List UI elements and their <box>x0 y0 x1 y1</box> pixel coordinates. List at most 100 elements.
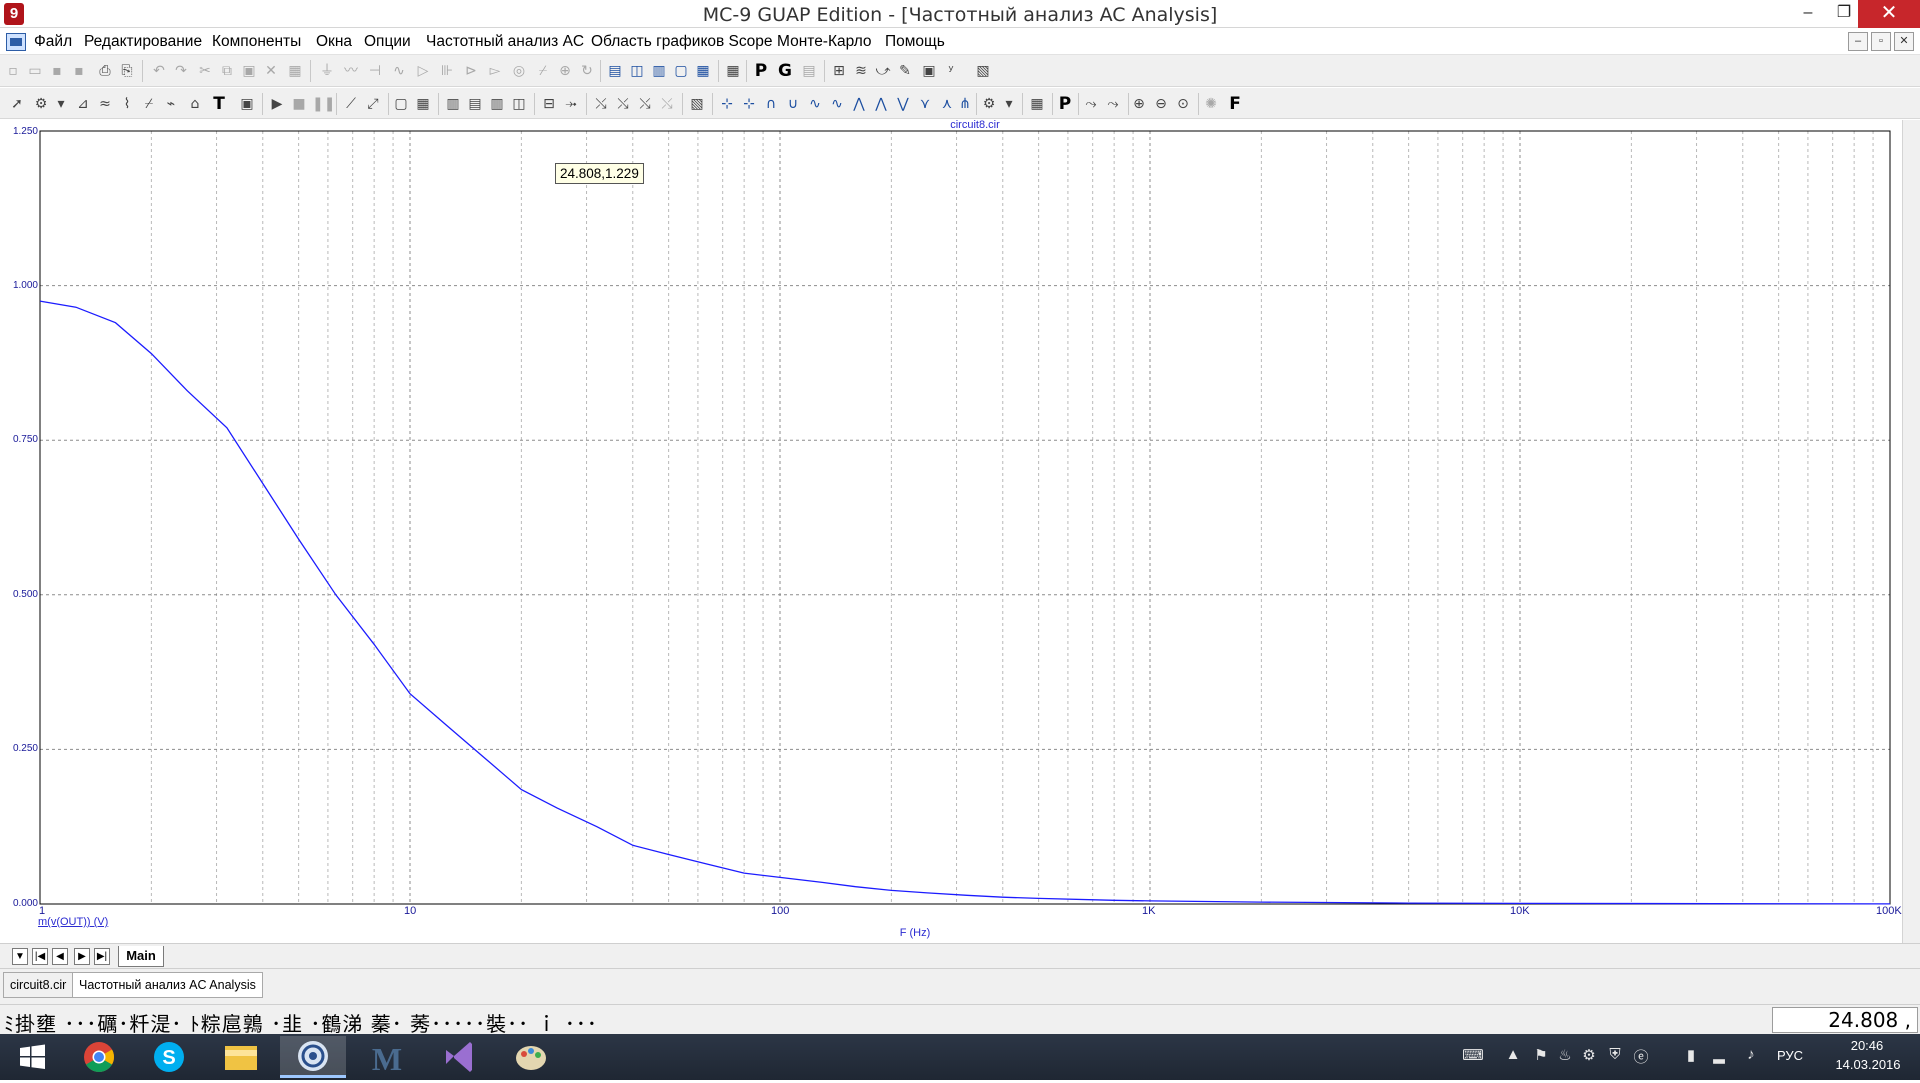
peak-icon-6[interactable]: ∿ <box>828 95 846 113</box>
peak-icon-9[interactable]: ⋁ <box>894 95 912 113</box>
opamp-icon[interactable]: ▻ <box>486 62 504 80</box>
peak-icon-1[interactable]: ⊹ <box>718 95 736 113</box>
peak-icon-10[interactable]: ⋎ <box>916 95 934 113</box>
text-g-icon[interactable]: G <box>776 62 794 80</box>
paste-icon[interactable]: ▣ <box>240 62 258 80</box>
export-icon[interactable]: ▧ <box>974 62 992 80</box>
shield-icon[interactable]: ⛨ <box>1604 1046 1626 1063</box>
layout-icon-3[interactable]: ▥ <box>488 95 506 113</box>
battery-icon[interactable]: ▮ <box>1680 1046 1702 1064</box>
layout-icon-5[interactable]: ⊟ <box>540 95 558 113</box>
print-icon[interactable]: ⎙ <box>96 62 114 80</box>
calculator-icon[interactable]: ▦ <box>724 62 742 80</box>
tool-menu-icon[interactable]: ⚙ <box>32 95 50 113</box>
source-icon[interactable]: ◎ <box>510 62 528 80</box>
doctab-circuit[interactable]: circuit8.cir <box>3 972 74 998</box>
pause-icon[interactable]: ❚❚ <box>312 95 335 113</box>
capacitor-icon[interactable]: ⊣ <box>366 62 384 80</box>
cursor-icon-3[interactable]: ⤯ <box>636 95 654 113</box>
flag-icon[interactable]: ⚑ <box>1530 1046 1552 1064</box>
trace-label[interactable]: m(v(OUT)) (V) <box>38 916 108 928</box>
scope-icon-1[interactable]: ⊞ <box>830 62 848 80</box>
switch-icon[interactable]: ⌿ <box>534 62 552 80</box>
redo-icon[interactable]: ↷ <box>172 62 190 80</box>
run-icon[interactable]: ▶ <box>268 95 286 113</box>
text-p-icon[interactable]: P <box>752 62 770 80</box>
wire-icon-3[interactable]: ⌇ <box>118 95 136 113</box>
peak-icon-2[interactable]: ⊹ <box>740 95 758 113</box>
cursor-icon-2[interactable]: ⤯ <box>614 95 632 113</box>
menu-options[interactable]: Опции <box>364 33 411 51</box>
tab-nav-prev[interactable]: ◀ <box>52 948 68 965</box>
plot-canvas[interactable] <box>0 120 1900 943</box>
tab-nav-last[interactable]: ▶| <box>94 948 110 965</box>
grid-icon-4[interactable]: ▢ <box>672 62 690 80</box>
pointer-icon[interactable]: ➚ <box>8 95 26 113</box>
table-grid-icon[interactable]: ▦ <box>414 95 432 113</box>
menu-ac-analysis[interactable]: Частотный анализ AC <box>426 33 584 51</box>
menu-edit[interactable]: Редактирование <box>84 33 202 51</box>
windows-start-icon[interactable] <box>0 1036 66 1078</box>
menu-monte-carlo[interactable]: Монте-Карло <box>777 33 872 51</box>
zoom-in-icon[interactable]: ⊕ <box>1130 95 1148 113</box>
print-preview-icon[interactable]: ⎘ <box>118 62 136 80</box>
dropdown-arrow-icon-1[interactable]: ▾ <box>52 95 70 113</box>
tab-main[interactable]: Main <box>118 946 164 967</box>
doctab-ac-analysis[interactable]: Частотный анализ AC Analysis <box>72 972 263 998</box>
scope-icon-2[interactable]: ≋ <box>852 62 870 80</box>
menu-scope[interactable]: Область графиков Scope <box>591 33 773 51</box>
dropdown-arrow-icon[interactable]: ▾ <box>1000 95 1018 113</box>
open-file-icon[interactable]: ▭ <box>26 62 44 80</box>
zoom-out-icon[interactable]: ⊖ <box>1152 95 1170 113</box>
ground-icon[interactable]: ⏚ <box>318 62 336 80</box>
save-all-icon[interactable]: ▪ <box>70 62 88 80</box>
mdi-restore-button[interactable]: ▫ <box>1871 32 1891 51</box>
signal-icon[interactable]: ▂ <box>1708 1046 1730 1064</box>
peak-icon-7[interactable]: ⋀ <box>850 95 868 113</box>
battery-icon[interactable]: ⊪ <box>438 62 456 80</box>
volume-icon[interactable]: ♪ <box>1740 1046 1762 1063</box>
zoom-fit-icon[interactable]: ⊙ <box>1174 95 1192 113</box>
language-indicator[interactable]: РУС <box>1777 1048 1803 1063</box>
transistor-icon[interactable]: ⊳ <box>462 62 480 80</box>
diode-icon[interactable]: ▷ <box>414 62 432 80</box>
e-icon[interactable]: ⓔ <box>1630 1046 1652 1067</box>
steam-icon-1[interactable]: ♨ <box>1554 1046 1576 1064</box>
select-all-icon[interactable]: ▦ <box>286 62 304 80</box>
stop-icon[interactable]: ■ <box>290 95 308 113</box>
undo-icon[interactable]: ↶ <box>150 62 168 80</box>
clock-time[interactable]: 20:46 <box>1836 1038 1898 1053</box>
menu-help[interactable]: Помощь <box>885 33 945 51</box>
grid-icon-5[interactable]: ▦ <box>694 62 712 80</box>
grid-icon-2[interactable]: ◫ <box>628 62 646 80</box>
layout-icon-4[interactable]: ◫ <box>510 95 528 113</box>
refresh-icon[interactable]: ✺ <box>1202 95 1220 113</box>
delete-icon[interactable]: ✕ <box>262 62 280 80</box>
menu-file[interactable]: Файл <box>34 33 72 51</box>
peak-icon-8[interactable]: ⋀ <box>872 95 890 113</box>
cursor-icon-4[interactable]: ⤯ <box>658 95 676 113</box>
keyboard-icon[interactable]: ⌨ <box>1462 1046 1484 1064</box>
sheet-icon[interactable]: ▣ <box>920 62 938 80</box>
menu-components[interactable]: Компоненты <box>212 33 301 51</box>
peak-icon-12[interactable]: ⋔ <box>956 95 974 113</box>
new-file-icon[interactable]: ▫ <box>4 62 22 80</box>
grid-icon-3[interactable]: ▥ <box>650 62 668 80</box>
peak-icon-11[interactable]: ⋏ <box>938 95 956 113</box>
tab-nav-dropdown[interactable]: ▼ <box>12 948 28 965</box>
diagonal-icon[interactable]: ⤢ <box>364 95 382 113</box>
peak-icon-4[interactable]: ∪ <box>784 95 802 113</box>
cut-icon[interactable]: ✂ <box>196 62 214 80</box>
p-label-icon[interactable]: P <box>1056 95 1074 113</box>
grid-icon-1[interactable]: ▤ <box>606 62 624 80</box>
save-icon[interactable]: ▪ <box>48 62 66 80</box>
wire-icon-4[interactable]: ⌿ <box>140 95 158 113</box>
peak-icon-3[interactable]: ∩ <box>762 95 780 113</box>
file-explorer-icon[interactable] <box>208 1036 274 1078</box>
peak-icon-5[interactable]: ∿ <box>806 95 824 113</box>
info-icon[interactable]: ▣ <box>238 95 256 113</box>
mdi-minimize-button[interactable]: – <box>1848 32 1868 51</box>
tab-nav-next[interactable]: ▶ <box>74 948 90 965</box>
cursor-icon-1[interactable]: ⤯ <box>592 95 610 113</box>
table-icon-2[interactable]: ▦ <box>1028 95 1046 113</box>
